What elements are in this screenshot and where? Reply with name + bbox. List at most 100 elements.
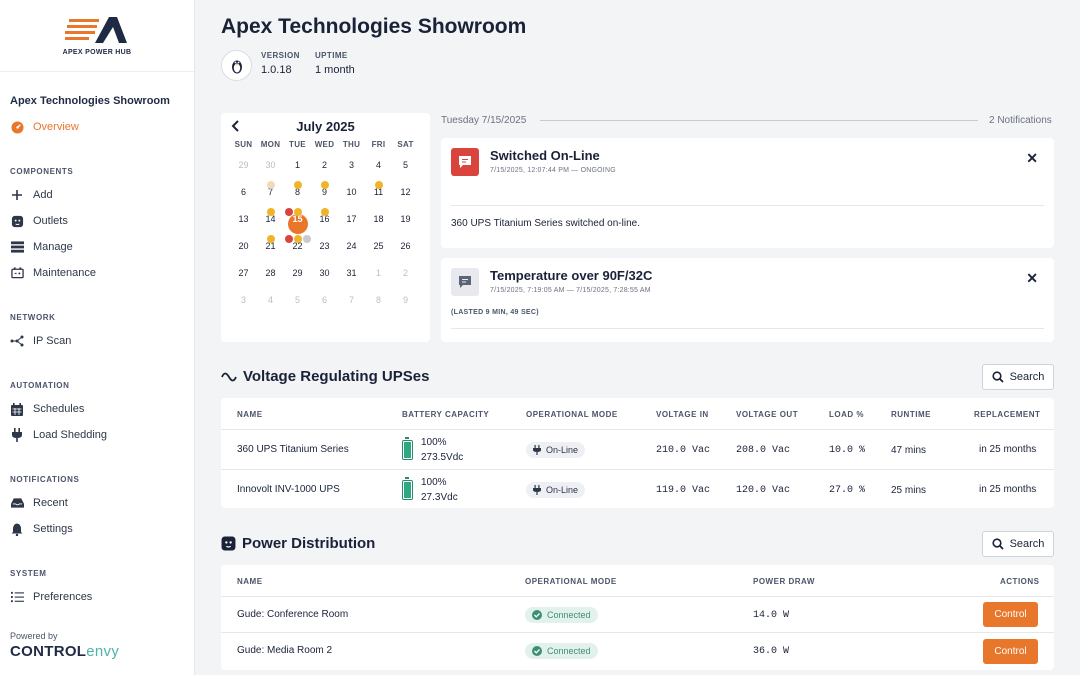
calendar-day[interactable]: 3 bbox=[230, 295, 257, 305]
column-header: NAME bbox=[237, 410, 263, 419]
sidebar-item-recent[interactable]: Recent bbox=[10, 494, 68, 512]
calendar-icon bbox=[10, 402, 24, 416]
pdu-name: Gude: Conference Room bbox=[237, 609, 349, 620]
calendar-day[interactable]: 6 bbox=[311, 295, 338, 305]
calendar-day[interactable]: 20 bbox=[230, 241, 257, 251]
calendar-day[interactable]: 2 bbox=[311, 160, 338, 170]
uptime-value: 1 month bbox=[315, 64, 355, 76]
close-icon[interactable]: ✕ bbox=[1026, 270, 1038, 287]
sidebar-item-outlets[interactable]: Outlets bbox=[10, 212, 68, 230]
notification-divider bbox=[451, 205, 1044, 206]
calendar: July 2025 SUN MON TUE WED THU FRI SAT 29 30 1 2 3 4 5… bbox=[221, 113, 430, 342]
controlenvy-logo[interactable]: CONTROLenvy bbox=[10, 643, 119, 660]
apex-logo-icon bbox=[65, 15, 129, 45]
app-logo[interactable]: APEX POWER HUB bbox=[0, 0, 194, 72]
calendar-day[interactable]: 27 bbox=[230, 268, 257, 278]
bell-icon bbox=[10, 522, 24, 536]
calendar-day[interactable]: 29 bbox=[284, 268, 311, 278]
voltage-in: 119.0 Vac bbox=[656, 485, 711, 496]
calendar-day[interactable]: 10 bbox=[338, 187, 365, 197]
calendar-day[interactable]: 4 bbox=[365, 160, 392, 170]
calendar-day[interactable]: 3 bbox=[338, 160, 365, 170]
section-label-automation: AUTOMATION bbox=[10, 381, 70, 390]
battery-wrench-icon bbox=[10, 266, 24, 280]
notification-duration: (LASTED 9 MIN, 49 SEC) bbox=[451, 309, 539, 316]
calendar-day[interactable]: 31 bbox=[338, 268, 365, 278]
mode-badge: On-Line bbox=[526, 442, 586, 458]
outlet-icon bbox=[221, 536, 236, 551]
column-header: VOLTAGE OUT bbox=[736, 410, 799, 419]
calendar-day[interactable]: 26 bbox=[392, 241, 419, 251]
table-row[interactable]: Gude: Conference Room Connected 14.0 W C… bbox=[221, 596, 1054, 632]
calendar-day[interactable]: 5 bbox=[392, 160, 419, 170]
voltage-out: 208.0 Vac bbox=[736, 445, 791, 456]
calendar-day[interactable]: 30 bbox=[257, 160, 284, 170]
calendar-day[interactable]: 24 bbox=[338, 241, 365, 251]
uptime-info: UPTIME 1 month bbox=[315, 51, 355, 76]
calendar-day[interactable]: 2 bbox=[392, 268, 419, 278]
plug-icon bbox=[533, 485, 541, 495]
notifications-date: Tuesday 7/15/2025 bbox=[441, 115, 527, 126]
version-label: VERSION bbox=[261, 51, 300, 60]
calendar-day[interactable]: 1 bbox=[284, 160, 311, 170]
event-dot-icon bbox=[285, 235, 293, 243]
sidebar-item-add[interactable]: Add bbox=[10, 186, 53, 204]
pdu-section-title: Power Distribution bbox=[221, 535, 375, 552]
column-header: LOAD % bbox=[829, 410, 864, 419]
calendar-day[interactable]: 25 bbox=[365, 241, 392, 251]
section-label-notifications: NOTIFICATIONS bbox=[10, 475, 80, 484]
table-row[interactable]: Gude: Media Room 2 Connected 36.0 W Cont… bbox=[221, 632, 1054, 669]
calendar-day[interactable]: 12 bbox=[392, 187, 419, 197]
calendar-day[interactable]: 8 bbox=[365, 295, 392, 305]
sidebar-item-schedules[interactable]: Schedules bbox=[10, 400, 84, 418]
sidebar-item-load-shedding[interactable]: Load Shedding bbox=[10, 426, 107, 444]
pdu-search-button[interactable]: Search bbox=[982, 531, 1054, 557]
search-icon bbox=[991, 538, 1004, 550]
calendar-day[interactable]: 13 bbox=[230, 214, 257, 224]
notification-card[interactable]: Temperature over 90F/32C 7/15/2025, 7:19… bbox=[441, 258, 1054, 342]
control-button[interactable]: Control bbox=[983, 639, 1038, 664]
column-header: POWER DRAW bbox=[753, 577, 815, 586]
ups-search-button[interactable]: Search bbox=[982, 364, 1054, 390]
calendar-weekday: FRI bbox=[371, 140, 386, 149]
calendar-day[interactable]: 29 bbox=[230, 160, 257, 170]
battery-icon bbox=[402, 437, 413, 460]
sidebar-item-label: Preferences bbox=[33, 591, 93, 603]
sidebar-item-settings[interactable]: Settings bbox=[10, 520, 73, 538]
calendar-day[interactable]: 23 bbox=[311, 241, 338, 251]
plug-icon bbox=[10, 428, 24, 442]
event-dot-icon bbox=[321, 208, 329, 216]
calendar-day[interactable]: 9 bbox=[392, 295, 419, 305]
calendar-weekday: WED bbox=[314, 140, 335, 149]
gauge-icon bbox=[10, 120, 24, 134]
close-icon[interactable]: ✕ bbox=[1026, 150, 1038, 167]
server-icon bbox=[10, 240, 24, 254]
table-row[interactable]: Innovolt INV-1000 UPS 100% 27.3Vdc On-Li… bbox=[221, 469, 1054, 508]
calendar-day[interactable]: 1 bbox=[365, 268, 392, 278]
control-button[interactable]: Control bbox=[983, 602, 1038, 627]
sidebar-item-ip-scan[interactable]: IP Scan bbox=[10, 332, 71, 350]
notification-time: 7/15/2025, 12:07:44 PM — ONGOING bbox=[490, 167, 616, 174]
calendar-day[interactable]: 5 bbox=[284, 295, 311, 305]
calendar-day[interactable]: 6 bbox=[230, 187, 257, 197]
calendar-day[interactable]: 17 bbox=[338, 214, 365, 224]
sidebar-item-label: Maintenance bbox=[33, 267, 96, 279]
calendar-day[interactable]: 18 bbox=[365, 214, 392, 224]
plug-icon bbox=[533, 445, 541, 455]
calendar-day[interactable]: 7 bbox=[338, 295, 365, 305]
calendar-day[interactable]: 19 bbox=[392, 214, 419, 224]
calendar-day[interactable]: 28 bbox=[257, 268, 284, 278]
section-label-components: COMPONENTS bbox=[10, 167, 74, 176]
sidebar-item-preferences[interactable]: Preferences bbox=[10, 588, 92, 606]
sidebar-item-maintenance[interactable]: Maintenance bbox=[10, 264, 96, 282]
column-header: OPERATIONAL MODE bbox=[526, 410, 618, 419]
sidebar-item-manage[interactable]: Manage bbox=[10, 238, 73, 256]
sidebar-item-overview[interactable]: Overview bbox=[10, 118, 79, 136]
calendar-day[interactable]: 4 bbox=[257, 295, 284, 305]
calendar-day[interactable]: 30 bbox=[311, 268, 338, 278]
table-row[interactable]: 360 UPS Titanium Series 100% 273.5Vdc On… bbox=[221, 429, 1054, 469]
outlet-icon bbox=[10, 214, 24, 228]
column-header: VOLTAGE IN bbox=[656, 410, 709, 419]
event-dot-icon bbox=[294, 235, 302, 243]
notification-card[interactable]: Switched On-Line 7/15/2025, 12:07:44 PM … bbox=[441, 138, 1054, 248]
